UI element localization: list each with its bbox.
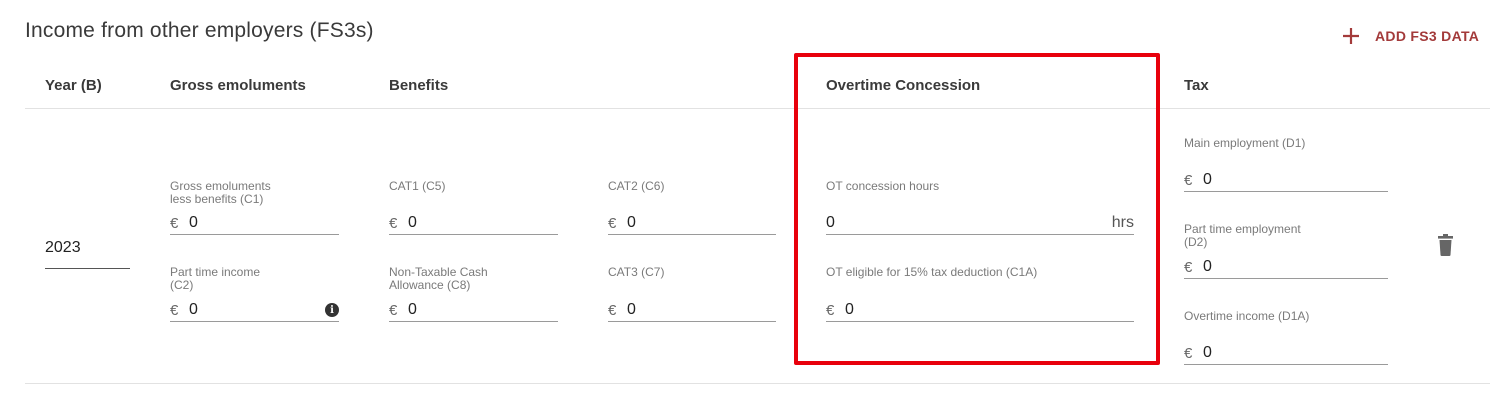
euro-symbol: € (170, 214, 179, 232)
euro-symbol: € (1184, 344, 1193, 362)
column-header-year: Year (B) (45, 77, 102, 94)
cat3-c7-field[interactable]: CAT3 (C7) € 0 (608, 266, 776, 322)
cat2-c6-field[interactable]: CAT2 (C6) € 0 (608, 180, 776, 235)
main-employment-d1-field[interactable]: Main employment (D1) € 0 (1184, 137, 1388, 192)
gross-emoluments-c1-value[interactable]: 0 (189, 214, 339, 232)
cat2-c6-label: CAT2 (C6) (608, 179, 665, 193)
plus-icon (1343, 28, 1359, 44)
trash-icon[interactable] (1437, 234, 1454, 256)
cat2-c6-value[interactable]: 0 (627, 214, 776, 232)
non-taxable-cash-allowance-c8-label: Non-Taxable Cash Allowance (C8) (389, 265, 488, 292)
column-header-benefits: Benefits (389, 77, 449, 94)
euro-symbol: € (1184, 171, 1193, 189)
part-time-employment-d2-value[interactable]: 0 (1203, 258, 1388, 276)
non-taxable-cash-allowance-c8-value[interactable]: 0 (408, 301, 558, 319)
non-taxable-cash-allowance-c8-field[interactable]: Non-Taxable Cash Allowance (C8) € 0 (389, 266, 558, 322)
gross-emoluments-c1-field[interactable]: Gross emoluments less benefits (C1) € 0 (170, 180, 339, 235)
part-time-income-c2-value[interactable]: 0 (189, 301, 325, 319)
cat1-c5-field[interactable]: CAT1 (C5) € 0 (389, 180, 558, 235)
main-employment-d1-label: Main employment (D1) (1184, 136, 1306, 150)
year-input[interactable]: 2023 (45, 239, 130, 269)
cat1-c5-label: CAT1 (C5) (389, 179, 446, 193)
euro-symbol: € (389, 301, 398, 319)
column-header-tax: Tax (1184, 77, 1209, 94)
part-time-employment-d2-field[interactable]: Part time employment (D2) € 0 (1184, 223, 1388, 279)
cat3-c7-value[interactable]: 0 (627, 301, 776, 319)
part-time-employment-d2-label: Part time employment (D2) (1184, 222, 1301, 249)
part-time-income-c2-label: Part time income (C2) (170, 265, 261, 292)
overtime-concession-highlight (794, 53, 1160, 365)
add-fs3-data-label: ADD FS3 DATA (1375, 28, 1480, 44)
info-icon[interactable]: i (325, 303, 339, 317)
euro-symbol: € (1184, 258, 1193, 276)
add-fs3-data-button[interactable]: ADD FS3 DATA (1340, 24, 1479, 48)
overtime-income-d1a-value[interactable]: 0 (1203, 344, 1388, 362)
overtime-income-d1a-label: Overtime income (D1A) (1184, 309, 1310, 323)
cat1-c5-value[interactable]: 0 (408, 214, 558, 232)
euro-symbol: € (608, 301, 617, 319)
section-title: Income from other employers (FS3s) (25, 19, 374, 42)
cat3-c7-label: CAT3 (C7) (608, 265, 665, 279)
main-employment-d1-value[interactable]: 0 (1203, 171, 1388, 189)
part-time-income-c2-field[interactable]: Part time income (C2) € 0 i (170, 266, 339, 322)
euro-symbol: € (170, 301, 179, 319)
euro-symbol: € (389, 214, 398, 232)
column-header-gross-emoluments: Gross emoluments (170, 77, 306, 94)
header-divider (25, 108, 1490, 109)
row-divider (25, 383, 1490, 384)
overtime-income-d1a-field[interactable]: Overtime income (D1A) € 0 (1184, 310, 1388, 365)
euro-symbol: € (608, 214, 617, 232)
year-value: 2023 (45, 239, 81, 256)
gross-emoluments-c1-label: Gross emoluments less benefits (C1) (170, 179, 271, 206)
